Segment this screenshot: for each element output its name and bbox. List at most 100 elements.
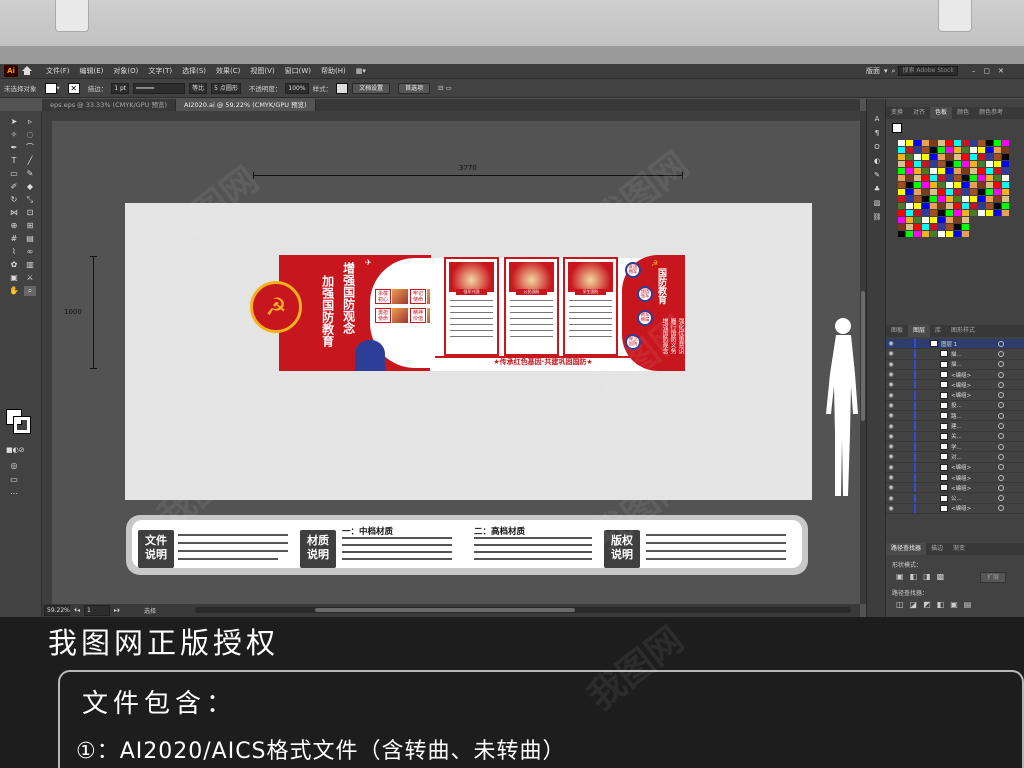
layer-row[interactable]: ◉ <编组> xyxy=(886,390,1024,401)
target-circle-icon[interactable] xyxy=(998,484,1004,491)
free-transform-icon[interactable]: ⊡ xyxy=(24,208,36,218)
visibility-eye-icon[interactable]: ◉ xyxy=(886,371,896,378)
target-circle-icon[interactable] xyxy=(998,381,1004,388)
swatch-chip[interactable] xyxy=(946,175,953,181)
tab-ai2020[interactable]: AI2020.ai @ 59.22% (CMYK/GPU 预览) xyxy=(176,99,316,111)
menu-effect[interactable]: 效果(C) xyxy=(211,66,245,76)
swatch-chip[interactable] xyxy=(978,231,985,237)
swatch-chip[interactable] xyxy=(986,196,993,202)
stock-search-input[interactable]: 搜索 Adobe Stock xyxy=(898,66,958,76)
swatch-chip[interactable] xyxy=(946,231,953,237)
swatch-chip[interactable] xyxy=(970,203,977,209)
magic-wand-icon[interactable]: ✧ xyxy=(8,130,20,140)
hand-tool-icon[interactable]: ✋ xyxy=(8,286,20,296)
swatch-chip[interactable] xyxy=(946,189,953,195)
swatch-chip[interactable] xyxy=(1002,217,1009,223)
swatch-chip[interactable] xyxy=(930,231,937,237)
swatch-chip[interactable] xyxy=(962,161,969,167)
swatch-chip[interactable] xyxy=(922,224,929,230)
swatch-chip[interactable] xyxy=(994,203,1001,209)
swatch-chip[interactable] xyxy=(914,196,921,202)
swatch-chip[interactable] xyxy=(906,154,913,160)
swatch-chip[interactable] xyxy=(914,203,921,209)
swatch-chip[interactable] xyxy=(938,154,945,160)
swatch-chip[interactable] xyxy=(954,182,961,188)
swatch-chip[interactable] xyxy=(994,168,1001,174)
swatch-chip[interactable] xyxy=(914,217,921,223)
swatch-chip[interactable] xyxy=(938,217,945,223)
swatch-chip[interactable] xyxy=(994,210,1001,216)
menu-view[interactable]: 视图(V) xyxy=(245,66,279,76)
layer-row[interactable]: ◉ 描... xyxy=(886,359,1024,370)
blend-icon[interactable]: ∞ xyxy=(24,247,36,257)
swatch-chip[interactable] xyxy=(1002,196,1009,202)
swatch-chip[interactable] xyxy=(922,203,929,209)
direct-select-icon[interactable]: ▹ xyxy=(24,117,36,127)
swatch-chip[interactable] xyxy=(946,182,953,188)
arrange-docs-icon[interactable]: ▦▾ xyxy=(351,67,371,75)
menu-file[interactable]: 文件(F) xyxy=(41,66,75,76)
swatch-chip[interactable] xyxy=(954,231,961,237)
swatch-chip[interactable] xyxy=(970,168,977,174)
layer-row[interactable]: ◉ 投... xyxy=(886,400,1024,412)
swatch-chip[interactable] xyxy=(962,217,969,223)
swatch-chip[interactable] xyxy=(914,182,921,188)
swatch-chip[interactable] xyxy=(898,189,905,195)
lasso-icon[interactable]: ◌ xyxy=(24,130,36,140)
artboard-tool-icon[interactable]: ▣ xyxy=(8,273,20,283)
swatch-chip[interactable] xyxy=(930,147,937,153)
eraser-icon[interactable]: ◆ xyxy=(24,182,36,192)
target-circle-icon[interactable] xyxy=(998,453,1004,460)
target-circle-icon[interactable] xyxy=(998,433,1004,440)
target-circle-icon[interactable] xyxy=(998,412,1004,419)
visibility-eye-icon[interactable]: ◉ xyxy=(886,484,896,491)
target-circle-icon[interactable] xyxy=(998,350,1004,357)
swatch-chip[interactable] xyxy=(938,147,945,153)
swatch-chip[interactable] xyxy=(954,224,961,230)
more-tools-icon[interactable]: ⋯ xyxy=(8,489,20,499)
swatch-chip[interactable] xyxy=(986,147,993,153)
swatch-chip[interactable] xyxy=(914,154,921,160)
fill-swatch[interactable] xyxy=(44,82,57,94)
stroke-weight-field[interactable]: 1 pt xyxy=(111,82,130,94)
style-swatch[interactable] xyxy=(336,82,349,94)
swatch-chip[interactable] xyxy=(938,224,945,230)
swatch-chip[interactable] xyxy=(994,140,1001,146)
swatch-chip[interactable] xyxy=(954,217,961,223)
swatch-grid[interactable] xyxy=(898,140,1009,237)
rotate-icon[interactable]: ↻ xyxy=(8,195,20,205)
swatch-chip[interactable] xyxy=(1002,231,1009,237)
line-tool-icon[interactable]: ╱ xyxy=(24,156,36,166)
swatch-chip[interactable] xyxy=(938,210,945,216)
mesh-icon[interactable]: # xyxy=(8,234,20,244)
screen-mode-icon[interactable]: ▭ xyxy=(8,475,20,485)
visibility-eye-icon[interactable]: ◉ xyxy=(886,453,896,460)
swatch-chip[interactable] xyxy=(1002,189,1009,195)
gradient-icon[interactable]: ▤ xyxy=(24,234,36,244)
swatch-chip[interactable] xyxy=(938,203,945,209)
symbol-sprayer-icon[interactable]: ✿ xyxy=(8,260,20,270)
swatch-chip[interactable] xyxy=(938,231,945,237)
layer-row[interactable]: ◉ 公... xyxy=(886,493,1024,504)
swatch-chip[interactable] xyxy=(914,175,921,181)
opentype-icon[interactable]: O xyxy=(872,143,882,152)
visibility-eye-icon[interactable]: ◉ xyxy=(886,433,896,440)
swatch-chip[interactable] xyxy=(1002,224,1009,230)
layer-row[interactable]: ◉ 关... xyxy=(886,431,1024,442)
visibility-eye-icon[interactable]: ◉ xyxy=(886,495,896,502)
swatch-chip[interactable] xyxy=(906,203,913,209)
menu-edit[interactable]: 编辑(E) xyxy=(75,66,109,76)
swatch-chip[interactable] xyxy=(946,147,953,153)
swatch-chip[interactable] xyxy=(962,175,969,181)
swatch-chip[interactable] xyxy=(898,182,905,188)
nav-arrows-icon[interactable]: ⏴◂ xyxy=(74,607,80,615)
swatch-chip[interactable] xyxy=(970,196,977,202)
scale-icon[interactable]: ⤡ xyxy=(24,195,36,205)
swatch-chip[interactable] xyxy=(962,231,969,237)
tab-color-guide[interactable]: 颜色参考 xyxy=(974,107,1008,119)
target-circle-icon[interactable] xyxy=(998,340,1004,347)
swatch-chip[interactable] xyxy=(954,175,961,181)
swatch-chip[interactable] xyxy=(898,217,905,223)
swatch-chip[interactable] xyxy=(938,189,945,195)
swatch-chip[interactable] xyxy=(914,231,921,237)
